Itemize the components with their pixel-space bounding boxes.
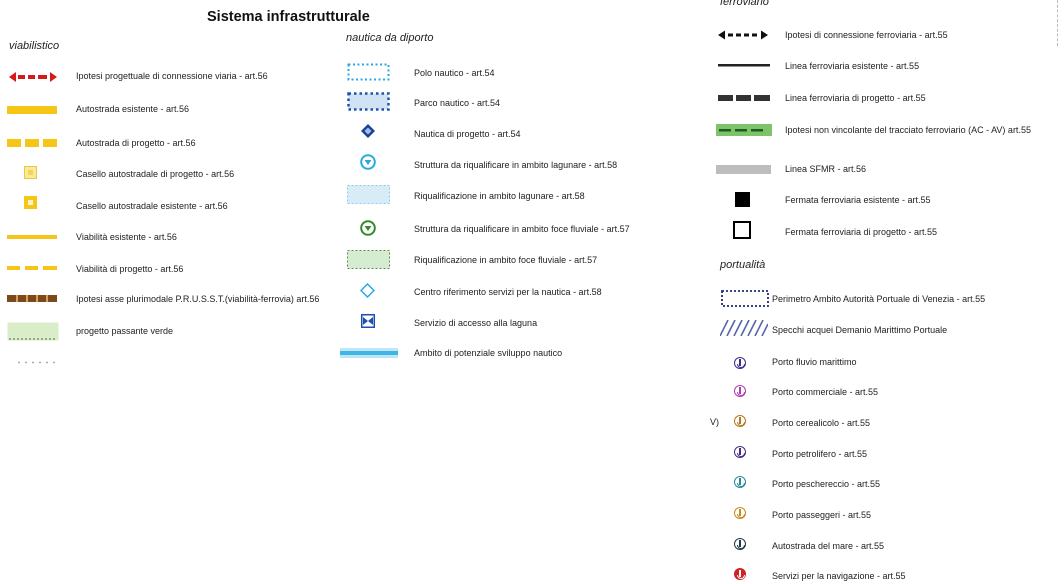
port-prefix-label: V) (710, 417, 719, 427)
green-dotted-rectangle-icon (7, 322, 59, 341)
legend-item: Autostrada del mare - art.55 (772, 541, 885, 551)
light-yellow-square-icon (24, 166, 37, 179)
legend-item: Porto passeggeri - art.55 (772, 510, 872, 520)
legend-item: Porto peschereccio - art.55 (772, 479, 881, 489)
legend-item: Porto cerealicolo - art.55 (772, 418, 871, 428)
navy-dotted-rectangle-icon (721, 290, 769, 307)
legend-item: Porto commerciale - art.55 (772, 387, 879, 397)
anchor-icon (734, 568, 746, 580)
yellow-square-icon (24, 196, 37, 209)
cyan-diamond-outline-icon (360, 283, 375, 298)
legend-item: Servizio di accesso alla laguna (414, 318, 538, 328)
legend-item: progetto passante verde (76, 326, 174, 336)
legend-item: Casello autostradale esistente - art.56 (76, 201, 228, 211)
legend-title: Sistema infrastrutturale (207, 9, 370, 25)
black-square-icon (735, 192, 750, 207)
blue-hatch-icon (720, 320, 768, 336)
legend-item: Ipotesi di connessione ferroviaria - art… (785, 30, 948, 40)
anchor-icon (734, 538, 746, 550)
anchor-icon (734, 415, 746, 427)
legend-item: Centro riferimento servizi per la nautic… (414, 287, 602, 297)
yellow-thin-dashed-line-icon (7, 266, 57, 270)
anchor-icon (734, 446, 746, 458)
legend-item: Perimetro Ambito Autorità Portuale di Ve… (772, 294, 986, 304)
legend-item: Viabilità di progetto - art.56 (76, 264, 184, 274)
light-blue-rectangle-icon (347, 185, 390, 204)
legend-item: Polo nautico - art.54 (414, 68, 495, 78)
section-heading-ferroviario: ferroviario (720, 0, 769, 8)
yellow-thick-dashed-line-icon (7, 139, 57, 147)
section-heading-viabilistico: viabilistico (9, 40, 60, 52)
cyan-dotted-rectangle-icon (347, 63, 390, 81)
green-dashed-band-icon (716, 124, 772, 136)
legend-item: Porto petrolifero - art.55 (772, 449, 868, 459)
legend-item: Fermata ferroviaria di progetto - art.55 (785, 227, 938, 237)
legend-item: Specchi acquei Demanio Marittimo Portual… (772, 325, 948, 335)
anchor-icon (734, 385, 746, 397)
anchor-icon (734, 507, 746, 519)
blue-bowtie-square-icon (361, 314, 375, 328)
black-square-outline-icon (733, 221, 751, 239)
section-heading-portualita: portualità (720, 259, 766, 271)
legend-item: Ipotesi progettuale di connessione viari… (76, 71, 268, 81)
legend-item: Casello autostradale di progetto - art.5… (76, 169, 235, 179)
anchor-icon (734, 357, 746, 369)
legend-item: Parco nautico - art.54 (414, 98, 501, 108)
legend-item: Autostrada di progetto - art.56 (76, 138, 196, 148)
scrollbar[interactable] (1057, 0, 1064, 46)
light-green-rectangle-icon (347, 250, 390, 269)
legend-item: Ambito di potenziale sviluppo nautico (414, 348, 563, 358)
cyan-circle-triangle-icon (360, 154, 376, 170)
legend-item: Linea ferroviaria di progetto - art.55 (785, 93, 926, 103)
legend-item: Viabilità esistente - art.56 (76, 232, 177, 242)
yellow-thick-line-icon (7, 106, 57, 114)
legend-item: Porto fluvio marittimo (772, 357, 857, 367)
legend-item: Struttura da riqualificare in ambito lag… (414, 160, 618, 170)
grey-dotted-line-icon (18, 361, 56, 364)
legend-item: Autostrada esistente - art.56 (76, 104, 190, 114)
blue-dotted-filled-rectangle-icon (347, 92, 390, 111)
black-dashed-line-icon (718, 95, 770, 101)
black-dashed-double-arrow-icon (718, 30, 768, 40)
red-dashed-double-arrow-icon (9, 72, 57, 82)
green-circle-triangle-icon (360, 220, 376, 236)
blue-diamond-icon (361, 124, 375, 138)
legend-item: Linea ferroviaria esistente - art.55 (785, 61, 920, 71)
legend-item: Riqualificazione in ambito foce fluviale… (414, 255, 598, 265)
legend-item: Struttura da riqualificare in ambito foc… (414, 224, 630, 234)
legend-item: Nautica di progetto - art.54 (414, 129, 521, 139)
anchor-icon (734, 476, 746, 488)
legend-item: Ipotesi non vincolante del tracciato fer… (785, 125, 1031, 135)
section-heading-nautica: nautica da diporto (346, 32, 434, 44)
legend-item: Fermata ferroviaria esistente - art.55 (785, 195, 931, 205)
legend-item: Linea SFMR - art.56 (785, 164, 867, 174)
cyan-band-icon (340, 348, 398, 358)
grey-band-icon (716, 165, 771, 174)
legend-item: Riqualificazione in ambito lagunare - ar… (414, 191, 585, 201)
brown-dashed-line-icon (7, 295, 57, 302)
yellow-thin-line-icon (7, 235, 57, 239)
black-line-icon (718, 64, 770, 67)
legend-item: Servizi per la navigazione - art.55 (772, 571, 906, 581)
legend-item: Ipotesi asse plurimodale P.R.U.S.S.T.(vi… (76, 294, 320, 304)
